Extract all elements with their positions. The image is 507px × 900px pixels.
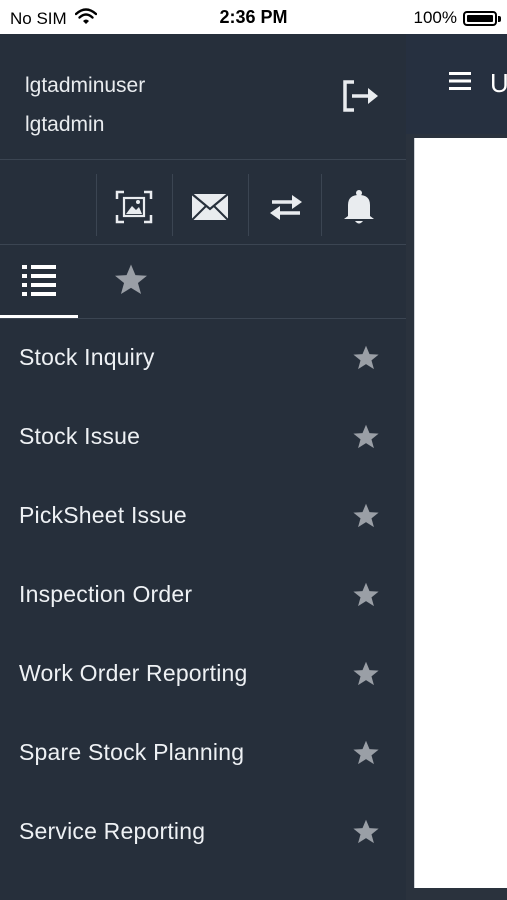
drawer-tabs [0,246,406,318]
divider [0,159,406,160]
menu-item-label: Service Reporting [19,818,206,844]
battery-icon [463,10,501,26]
menu-item-label: Spare Stock Planning [19,739,245,765]
list-item[interactable]: Inspection Order [0,557,406,636]
user-info: lgtadminuser lgtadmin [25,66,145,144]
menu-item-label: PickSheet Issue [19,502,187,528]
favorite-star-icon[interactable] [352,739,380,767]
list-item[interactable]: PickSheet Issue [0,478,406,557]
nav-drawer: lgtadminuser lgtadmin Stock Inquiry Stoc… [0,34,406,900]
favorite-star-icon[interactable] [352,502,380,530]
status-right: 100% [413,8,501,28]
menu-item-label: Work Order Reporting [19,660,248,686]
main-area: U [406,34,507,900]
bell-icon[interactable] [322,170,396,244]
toolbar [0,170,406,244]
username: lgtadminuser [25,74,146,97]
tab-favorites[interactable] [92,246,170,318]
favorite-star-icon[interactable] [352,660,380,688]
menu-item-label: Stock Inquiry [19,344,155,370]
tab-menu[interactable] [0,246,78,318]
main-content [414,138,507,888]
status-bar: No SIM 2:36 PM 100% [0,0,507,34]
list-item[interactable]: Stock Inquiry [0,320,406,399]
divider [0,318,406,319]
divider [0,244,406,245]
menu-list: Stock Inquiry Stock Issue PickSheet Issu… [0,320,406,873]
list-item[interactable]: Service Reporting [0,794,406,873]
favorite-star-icon[interactable] [352,344,380,372]
logout-icon[interactable] [340,74,382,118]
menu-item-label: Stock Issue [19,423,141,449]
favorite-star-icon[interactable] [352,423,380,451]
mail-icon[interactable] [173,170,247,244]
swap-icon[interactable] [249,170,323,244]
user-role: lgtadmin [25,113,105,136]
battery-fill [467,14,493,22]
list-item[interactable]: Work Order Reporting [0,636,406,715]
list-item[interactable]: Spare Stock Planning [0,715,406,794]
main-topbar: U [406,34,507,134]
list-item[interactable]: Stock Issue [0,399,406,478]
favorite-star-icon[interactable] [352,581,380,609]
favorite-star-icon[interactable] [352,818,380,846]
battery-percent: 100% [413,8,457,27]
hamburger-icon[interactable] [448,68,472,99]
list-icon [21,263,57,302]
main-title: U [490,68,507,98]
scan-icon[interactable] [97,170,171,244]
star-icon [113,263,149,302]
menu-item-label: Inspection Order [19,581,193,607]
